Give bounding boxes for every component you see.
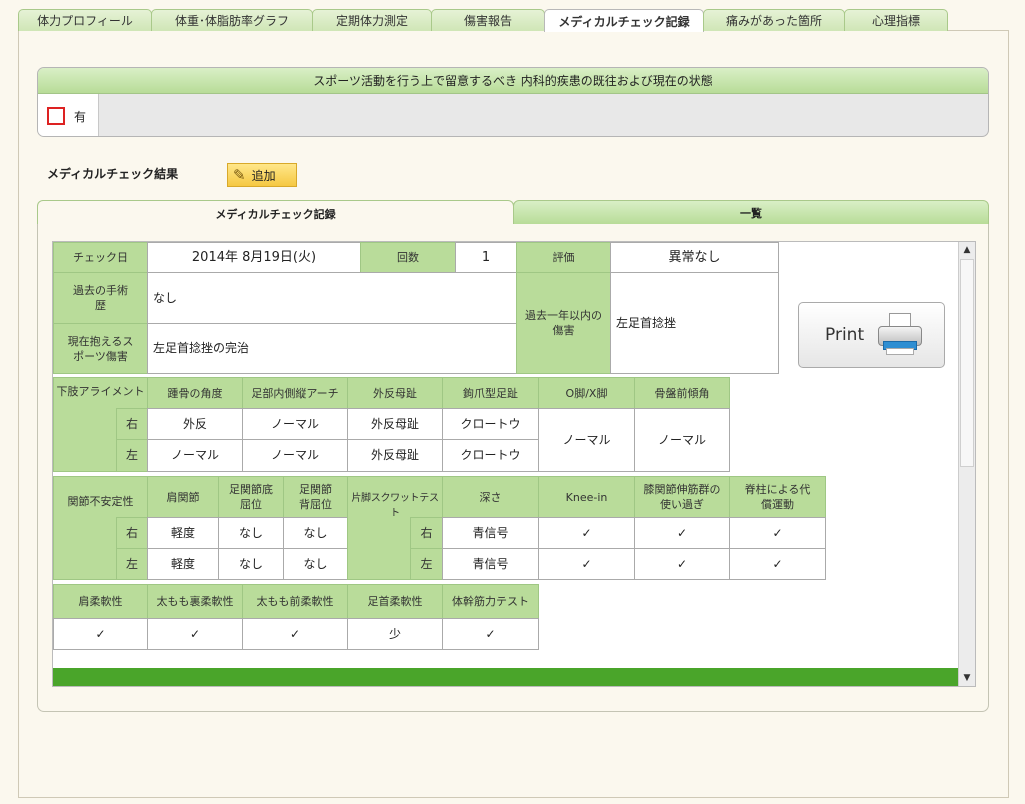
instability-right-label: 右 <box>116 517 148 549</box>
instability-header-dorsal: 足関節背屈位 <box>283 476 348 518</box>
alignment-header-pelvis: 骨盤前傾角 <box>634 377 730 409</box>
flex-hamstring-value[interactable]: ✓ <box>147 618 243 650</box>
alignment-right-label: 右 <box>116 408 148 440</box>
squat-right-label: 右 <box>410 517 443 549</box>
tab-medical-record[interactable]: メディカルチェック記録 <box>37 200 514 226</box>
record-footer-bar <box>53 668 959 686</box>
squat-header-depth: 深さ <box>442 476 539 518</box>
count-value[interactable]: 1 <box>455 242 517 273</box>
alignment-header-leg-shape: O脚/X脚 <box>538 377 635 409</box>
tab-weight-graph[interactable]: 体重･体脂肪率グラフ <box>151 9 313 31</box>
alignment-pelvis-value[interactable]: ノーマル <box>634 408 730 472</box>
tab-fitness-profile[interactable]: 体力プロフィール <box>18 9 152 31</box>
tab-pain-area[interactable]: 痛みがあった箇所 <box>703 9 845 31</box>
squat-right-knee-extensor[interactable]: ✓ <box>634 517 730 549</box>
alignment-right-claw-toe[interactable]: クロートウ <box>442 408 539 440</box>
flex-ankle-value[interactable]: 少 <box>347 618 443 650</box>
squat-header-knee-in: Knee-in <box>538 476 635 518</box>
alignment-right-heel[interactable]: 外反 <box>147 408 243 440</box>
instability-left-shoulder[interactable]: 軽度 <box>147 548 219 580</box>
squat-left-spine[interactable]: ✓ <box>729 548 826 580</box>
surgery-label: 過去の手術歴 <box>53 272 148 324</box>
alignment-right-hallux[interactable]: 外反母趾 <box>347 408 443 440</box>
add-button[interactable]: ✎ 追加 <box>227 163 297 187</box>
print-button-label: Print <box>825 325 865 345</box>
scroll-up-arrow-icon[interactable]: ▲ <box>959 242 975 258</box>
instability-right-plantar[interactable]: なし <box>218 517 284 549</box>
top-tab-bar: 体力プロフィール 体重･体脂肪率グラフ 定期体力測定 傷害報告 メディカルチェッ… <box>18 9 948 32</box>
eval-label: 評価 <box>516 242 611 273</box>
eval-value[interactable]: 異常なし <box>610 242 779 273</box>
flex-core-value[interactable]: ✓ <box>442 618 539 650</box>
squat-left-label: 左 <box>410 548 443 580</box>
alignment-left-arch[interactable]: ノーマル <box>242 439 348 472</box>
alignment-left-heel[interactable]: ノーマル <box>147 439 243 472</box>
tab-medical-check[interactable]: メディカルチェック記録 <box>544 9 704 32</box>
alignment-leg-shape-value[interactable]: ノーマル <box>538 408 635 472</box>
scrollbar-thumb[interactable] <box>960 259 974 467</box>
alignment-header-hallux: 外反母趾 <box>347 377 443 409</box>
instability-header-shoulder: 肩関節 <box>147 476 219 518</box>
current-injury-value[interactable]: 左足首捻挫の完治 <box>147 323 517 374</box>
medical-history-title: スポーツ活動を行う上で留意するべき 内科的疾患の既往および現在の状態 <box>38 68 988 94</box>
tab-list[interactable]: 一覧 <box>513 200 989 225</box>
tab-regular-test[interactable]: 定期体力測定 <box>312 9 432 31</box>
instability-right-dorsal[interactable]: なし <box>283 517 348 549</box>
history-checkbox-label: 有 <box>74 109 87 124</box>
squat-header-spine: 脊柱による代償運動 <box>729 476 826 518</box>
instability-header-plantar: 足関節底屈位 <box>218 476 284 518</box>
squat-right-spine[interactable]: ✓ <box>729 517 826 549</box>
pencil-icon: ✎ <box>233 166 246 184</box>
instability-right-shoulder[interactable]: 軽度 <box>147 517 219 549</box>
history-checkbox[interactable] <box>47 107 65 125</box>
surgery-value[interactable]: なし <box>147 272 517 324</box>
scroll-down-arrow-icon[interactable]: ▼ <box>959 670 975 686</box>
flex-header-shoulder: 肩柔軟性 <box>53 584 148 619</box>
past-year-value[interactable]: 左足首捻挫 <box>610 272 779 374</box>
squat-left-knee-extensor[interactable]: ✓ <box>634 548 730 580</box>
current-injury-label: 現在抱えるスポーツ傷害 <box>53 323 148 374</box>
squat-header-knee-extensor: 膝関節伸筋群の使い過ぎ <box>634 476 730 518</box>
add-button-label: 追加 <box>251 168 276 183</box>
squat-right-depth[interactable]: 青信号 <box>442 517 539 549</box>
check-date-label: チェック日 <box>53 242 148 273</box>
scrollbar[interactable]: ▲ ▼ <box>958 242 975 686</box>
tab-injury-report[interactable]: 傷害報告 <box>431 9 545 31</box>
alignment-left-hallux[interactable]: 外反母趾 <box>347 439 443 472</box>
check-date-value[interactable]: 2014年 8月19日(火) <box>147 242 361 273</box>
alignment-right-arch[interactable]: ノーマル <box>242 408 348 440</box>
instability-left-label: 左 <box>116 548 148 580</box>
alignment-header-claw-toe: 鉤爪型足趾 <box>442 377 539 409</box>
past-year-label: 過去一年以内の傷害 <box>516 272 611 374</box>
flex-header-hamstring: 太もも裏柔軟性 <box>147 584 243 619</box>
print-button[interactable]: Print <box>798 302 945 368</box>
instability-left-plantar[interactable]: なし <box>218 548 284 580</box>
medical-history-panel: スポーツ活動を行う上で留意するべき 内科的疾患の既往および現在の状態 有 <box>37 67 989 137</box>
squat-left-knee-in[interactable]: ✓ <box>538 548 635 580</box>
flex-header-ankle: 足首柔軟性 <box>347 584 443 619</box>
count-label: 回数 <box>360 242 456 273</box>
squat-left-depth[interactable]: 青信号 <box>442 548 539 580</box>
instability-left-dorsal[interactable]: なし <box>283 548 348 580</box>
alignment-left-claw-toe[interactable]: クロートウ <box>442 439 539 472</box>
flex-header-quadriceps: 太もも前柔軟性 <box>242 584 348 619</box>
flex-quadriceps-value[interactable]: ✓ <box>242 618 348 650</box>
printer-icon <box>876 313 924 357</box>
alignment-left-label: 左 <box>116 439 148 472</box>
tab-psychology[interactable]: 心理指標 <box>844 9 948 31</box>
results-label: メディカルチェック結果 <box>47 167 179 181</box>
history-detail-field[interactable] <box>99 94 988 136</box>
alignment-header-heel: 踵骨の角度 <box>147 377 243 409</box>
flex-header-core: 体幹筋力テスト <box>442 584 539 619</box>
flex-shoulder-value[interactable]: ✓ <box>53 618 148 650</box>
alignment-header-arch: 足部内側縦アーチ <box>242 377 348 409</box>
squat-right-knee-in[interactable]: ✓ <box>538 517 635 549</box>
